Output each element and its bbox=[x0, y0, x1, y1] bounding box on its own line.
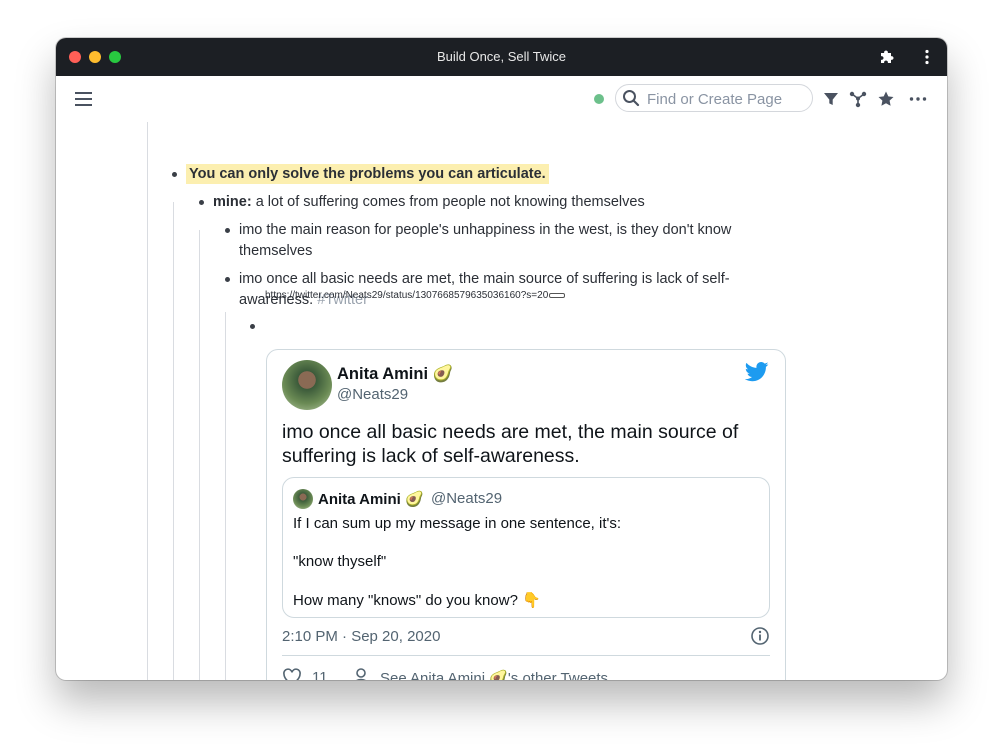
filter-icon[interactable] bbox=[822, 90, 840, 108]
block-text: a lot of suffering comes from people not… bbox=[251, 194, 645, 210]
more-vertical-icon[interactable] bbox=[918, 48, 936, 66]
block-bullet[interactable] bbox=[225, 277, 230, 282]
indent-guide bbox=[225, 312, 226, 680]
block-bullet[interactable] bbox=[172, 172, 177, 177]
person-icon bbox=[356, 668, 366, 680]
embed-indicator bbox=[549, 292, 566, 298]
app-window: Build Once, Sell Twice Find or Create Pa… bbox=[56, 38, 947, 680]
graph-icon[interactable] bbox=[849, 90, 867, 108]
bold-label: mine: bbox=[213, 194, 252, 210]
like-count[interactable]: 11 bbox=[312, 669, 328, 680]
puzzle-icon[interactable] bbox=[878, 48, 896, 66]
tweet-divider bbox=[282, 655, 770, 656]
avatar[interactable] bbox=[282, 360, 332, 410]
block-bullet[interactable] bbox=[199, 200, 204, 205]
block-bullet[interactable] bbox=[225, 228, 230, 233]
tweet-text: imo once all basic needs are met, the ma… bbox=[282, 421, 739, 467]
info-icon[interactable] bbox=[750, 626, 770, 646]
search-icon bbox=[623, 90, 640, 107]
quoted-text-line: How many "knows" do you know? 👇 bbox=[293, 592, 541, 609]
outline-block[interactable]: You can only solve the problems you can … bbox=[186, 164, 549, 185]
see-other-tweets-link[interactable]: See Anita Amini 🥑's other Tweets bbox=[380, 669, 608, 680]
quoted-text-line: "know thyself" bbox=[293, 553, 387, 570]
indent-guide bbox=[147, 122, 148, 680]
window-title: Build Once, Sell Twice bbox=[436, 49, 567, 64]
heart-icon[interactable] bbox=[282, 668, 302, 680]
tweet-author-handle[interactable]: @Neats29 bbox=[337, 386, 408, 403]
indent-guide bbox=[199, 230, 200, 680]
tweet-url[interactable]: https://twitter.com/Neats29/status/13076… bbox=[265, 290, 566, 301]
block-bullet[interactable] bbox=[250, 324, 255, 329]
sync-status-dot bbox=[594, 94, 604, 104]
search-box[interactable] bbox=[615, 84, 813, 112]
quoted-author-name[interactable]: Anita Amini 🥑 bbox=[318, 490, 424, 508]
outline-block[interactable]: mine: a lot of suffering comes from peop… bbox=[213, 192, 645, 213]
url-text: https://twitter.com/Neats29/status/13076… bbox=[265, 290, 549, 301]
quoted-text-line: If I can sum up my message in one senten… bbox=[293, 515, 622, 532]
star-icon[interactable] bbox=[877, 90, 895, 108]
page-content: You can only solve the problems you can … bbox=[56, 122, 947, 680]
title-bar: Build Once, Sell Twice bbox=[56, 38, 947, 76]
avatar[interactable] bbox=[293, 489, 313, 509]
toolbar bbox=[56, 76, 947, 122]
outline-block[interactable]: imo the main reason for people's unhappi… bbox=[239, 220, 764, 262]
tweet-timestamp[interactable]: 2:10 PM · Sep 20, 2020 bbox=[282, 628, 440, 645]
tweet-author-name[interactable]: Anita Amini 🥑 bbox=[337, 365, 453, 384]
indent-guide bbox=[173, 202, 174, 680]
quoted-tweet[interactable]: Anita Amini 🥑 @Neats29 If I can sum up m… bbox=[282, 477, 770, 618]
tweet-embed[interactable]: Anita Amini 🥑 @Neats29 imo once all basi… bbox=[266, 349, 786, 680]
twitter-bird-icon[interactable] bbox=[745, 361, 769, 383]
more-horizontal-icon[interactable] bbox=[909, 90, 927, 108]
search-input[interactable] bbox=[645, 88, 809, 110]
menu-icon[interactable] bbox=[74, 91, 94, 107]
quoted-author-handle[interactable]: @Neats29 bbox=[431, 490, 502, 507]
highlighted-text: You can only solve the problems you can … bbox=[186, 164, 549, 184]
